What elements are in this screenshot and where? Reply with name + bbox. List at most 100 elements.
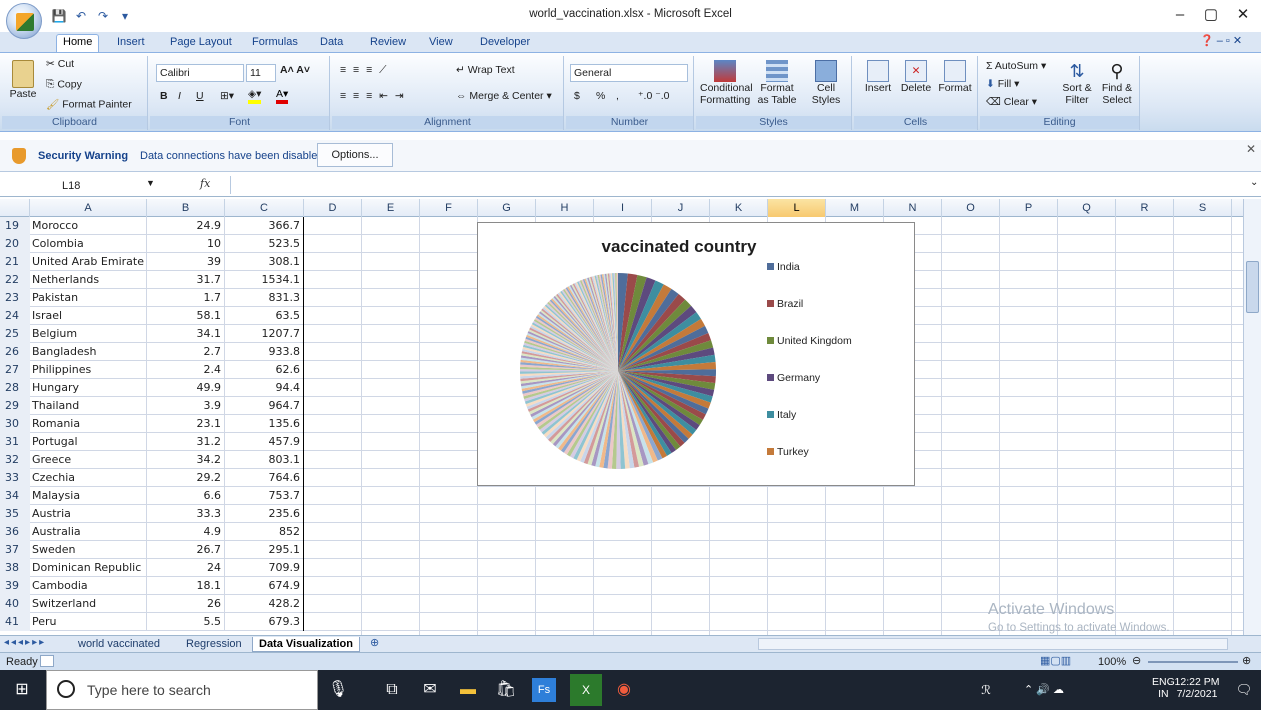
paste-button[interactable]: Paste (8, 60, 38, 100)
column-header-e[interactable]: E (362, 199, 420, 217)
chrome-icon[interactable]: ◉ (612, 678, 636, 702)
cell-value-c[interactable]: 753.7 (225, 487, 304, 505)
grow-font-icon[interactable]: A˄ A˅ (280, 64, 310, 76)
row-number[interactable]: 23 (0, 289, 30, 307)
fill-color-icon[interactable]: ◈▾ (248, 88, 262, 104)
column-header-f[interactable]: F (420, 199, 478, 217)
tab-data[interactable]: Data (314, 35, 349, 52)
column-header-c[interactable]: C (225, 199, 304, 217)
cell-value-b[interactable]: 29.2 (147, 469, 225, 487)
cell-value-c[interactable]: 852 (225, 523, 304, 541)
copy-button[interactable]: ⎘ Copy (46, 78, 82, 91)
cell-value-c[interactable]: 674.9 (225, 577, 304, 595)
column-header-i[interactable]: I (594, 199, 652, 217)
cell-value-b[interactable]: 58.1 (147, 307, 225, 325)
name-box-dropdown-icon[interactable]: ▼ (146, 178, 155, 188)
row-number[interactable]: 27 (0, 361, 30, 379)
cell-value-c[interactable]: 933.8 (225, 343, 304, 361)
select-all-corner[interactable] (0, 199, 30, 217)
column-header-b[interactable]: B (147, 199, 225, 217)
cell-country[interactable]: Hungary (30, 379, 147, 397)
mail-icon[interactable]: ✉ (418, 678, 442, 702)
excel-taskbar-icon[interactable]: X (570, 674, 602, 706)
column-header-q[interactable]: Q (1058, 199, 1116, 217)
taskbar-search-box[interactable]: Type here to search (46, 670, 318, 710)
wrap-text-button[interactable]: ↵ Wrap Text (456, 64, 515, 76)
fs-app-icon[interactable]: Fs (532, 678, 556, 702)
cell-value-b[interactable]: 23.1 (147, 415, 225, 433)
cell-value-b[interactable]: 26 (147, 595, 225, 613)
cell-country[interactable]: United Arab Emirate (30, 253, 147, 271)
cell-country[interactable]: Czechia (30, 469, 147, 487)
options-button[interactable]: Options... (317, 143, 393, 167)
zoom-out-icon[interactable]: ⊖ (1132, 654, 1141, 667)
cell-country[interactable]: Dominican Republic (30, 559, 147, 577)
decimal-icon[interactable]: ⁺.0 ⁻.0 (638, 90, 670, 102)
tab-insert[interactable]: Insert (111, 35, 151, 52)
sheet-tab-data-visualization[interactable]: Data Visualization (252, 637, 360, 652)
cell-value-c[interactable]: 764.6 (225, 469, 304, 487)
cell-country[interactable]: Israel (30, 307, 147, 325)
cell-country[interactable]: Netherlands (30, 271, 147, 289)
align-top-icon[interactable]: ≡ ≡ ≡ ⟋ (340, 64, 388, 77)
windows-start-icon[interactable]: ⊞ (10, 678, 34, 702)
cell-value-b[interactable]: 1.7 (147, 289, 225, 307)
insert-sheet-icon[interactable]: ⊕ (370, 636, 379, 649)
close-button[interactable]: ✕ (1228, 4, 1258, 28)
cell-country[interactable]: Austria (30, 505, 147, 523)
underline-button[interactable]: U (196, 90, 204, 102)
store-icon[interactable]: 🛍 (494, 678, 518, 702)
format-cells-button[interactable]: Format (936, 60, 974, 94)
cell-value-b[interactable]: 24.9 (147, 217, 225, 235)
cell-country[interactable]: Thailand (30, 397, 147, 415)
column-header-j[interactable]: J (652, 199, 710, 217)
cell-value-b[interactable]: 34.1 (147, 325, 225, 343)
column-header-s[interactable]: S (1174, 199, 1232, 217)
cell-country[interactable]: Greece (30, 451, 147, 469)
zoom-slider[interactable] (1148, 661, 1238, 663)
microphone-icon[interactable]: 🎙 (326, 678, 350, 702)
cell-value-c[interactable]: 803.1 (225, 451, 304, 469)
align-left-icon[interactable]: ≡ ≡ ≡ ⇤ ⇥ (340, 90, 406, 102)
column-header-h[interactable]: H (536, 199, 594, 217)
comma-button[interactable]: , (616, 90, 619, 102)
vertical-scrollbar[interactable] (1243, 199, 1261, 635)
cell-value-b[interactable]: 10 (147, 235, 225, 253)
cell-value-b[interactable]: 2.7 (147, 343, 225, 361)
cell-country[interactable]: Belgium (30, 325, 147, 343)
find-select-button[interactable]: ⚲ Find & Select (1098, 60, 1136, 106)
cell-value-b[interactable]: 26.7 (147, 541, 225, 559)
row-number[interactable]: 30 (0, 415, 30, 433)
insert-cells-button[interactable]: Insert (860, 60, 896, 94)
row-number[interactable]: 19 (0, 217, 30, 235)
column-header-o[interactable]: O (942, 199, 1000, 217)
cell-value-b[interactable]: 31.2 (147, 433, 225, 451)
cell-country[interactable]: Peru (30, 613, 147, 631)
row-number[interactable]: 38 (0, 559, 30, 577)
row-number[interactable]: 20 (0, 235, 30, 253)
cell-country[interactable]: Romania (30, 415, 147, 433)
cell-value-c[interactable]: 295.1 (225, 541, 304, 559)
fill-button[interactable]: ⬇ Fill ▾ (986, 78, 1019, 90)
cell-country[interactable]: Philippines (30, 361, 147, 379)
macro-record-icon[interactable] (40, 655, 54, 667)
tab-view[interactable]: View (423, 35, 459, 52)
row-number[interactable]: 35 (0, 505, 30, 523)
people-icon[interactable]: ℛ (974, 678, 998, 702)
format-as-table-button[interactable]: Format as Table (754, 60, 800, 106)
column-header-k[interactable]: K (710, 199, 768, 217)
delete-cells-button[interactable]: ✕ Delete (898, 60, 934, 94)
cell-value-c[interactable]: 964.7 (225, 397, 304, 415)
zoom-level[interactable]: 100% (1098, 656, 1126, 668)
column-header-p[interactable]: P (1000, 199, 1058, 217)
cell-value-c[interactable]: 457.9 (225, 433, 304, 451)
close-warning-icon[interactable]: ✕ (1246, 142, 1256, 156)
column-header-r[interactable]: R (1116, 199, 1174, 217)
cell-value-b[interactable]: 34.2 (147, 451, 225, 469)
font-color-icon[interactable]: A▾ (276, 88, 289, 104)
row-number[interactable]: 41 (0, 613, 30, 631)
cell-country[interactable]: Malaysia (30, 487, 147, 505)
cell-value-c[interactable]: 709.9 (225, 559, 304, 577)
sort-filter-button[interactable]: ⇅ Sort & Filter (1058, 60, 1096, 106)
column-header-n[interactable]: N (884, 199, 942, 217)
